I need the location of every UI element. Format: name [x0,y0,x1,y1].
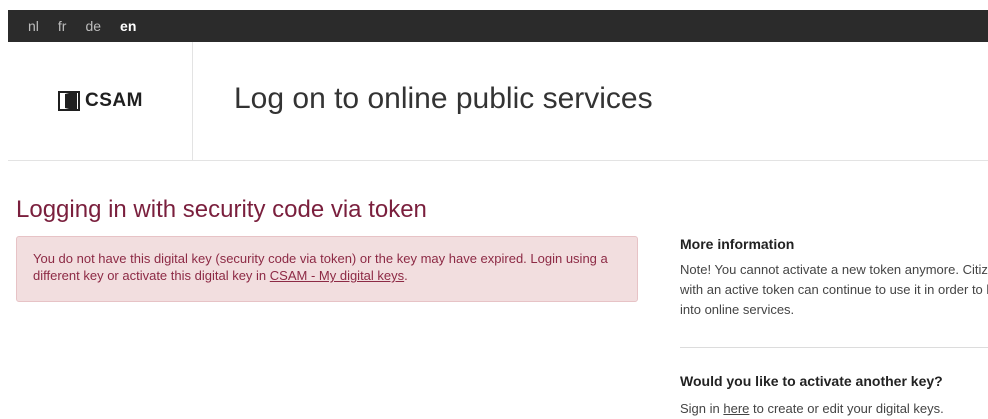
error-alert: You do not have this digital key (securi… [16,236,638,302]
csam-logo[interactable]: CSAM [57,90,143,112]
activate-key-title: Would you like to activate another key? [680,373,943,389]
language-link-nl[interactable]: nl [28,18,39,34]
section-heading: Logging in with security code via token [16,196,427,223]
page-title: Log on to online public services [234,82,653,115]
language-link-fr[interactable]: fr [58,18,67,34]
alert-message: You do not have this digital key (securi… [33,250,621,284]
top-margin [0,0,988,10]
door-icon [58,91,81,111]
site-header: CSAM Log on to online public services [8,42,988,161]
logo-text: CSAM [85,90,143,111]
language-bar: nl fr de en [8,10,988,42]
activate-key-text: Sign in here to create or edit your digi… [680,399,988,419]
logo-cell: CSAM [8,42,193,160]
language-link-en[interactable]: en [120,18,136,34]
more-information-title: More information [680,236,795,252]
sidebar-divider [680,347,988,348]
more-information-panel: More information Note! You cannot activa… [680,236,988,320]
language-link-de[interactable]: de [85,18,101,34]
more-information-text: Note! You cannot activate a new token an… [680,262,988,317]
alert-text-after: . [404,268,408,283]
my-digital-keys-link[interactable]: CSAM - My digital keys [270,268,404,283]
activate-key-panel: Would you like to activate another key? … [680,373,988,419]
